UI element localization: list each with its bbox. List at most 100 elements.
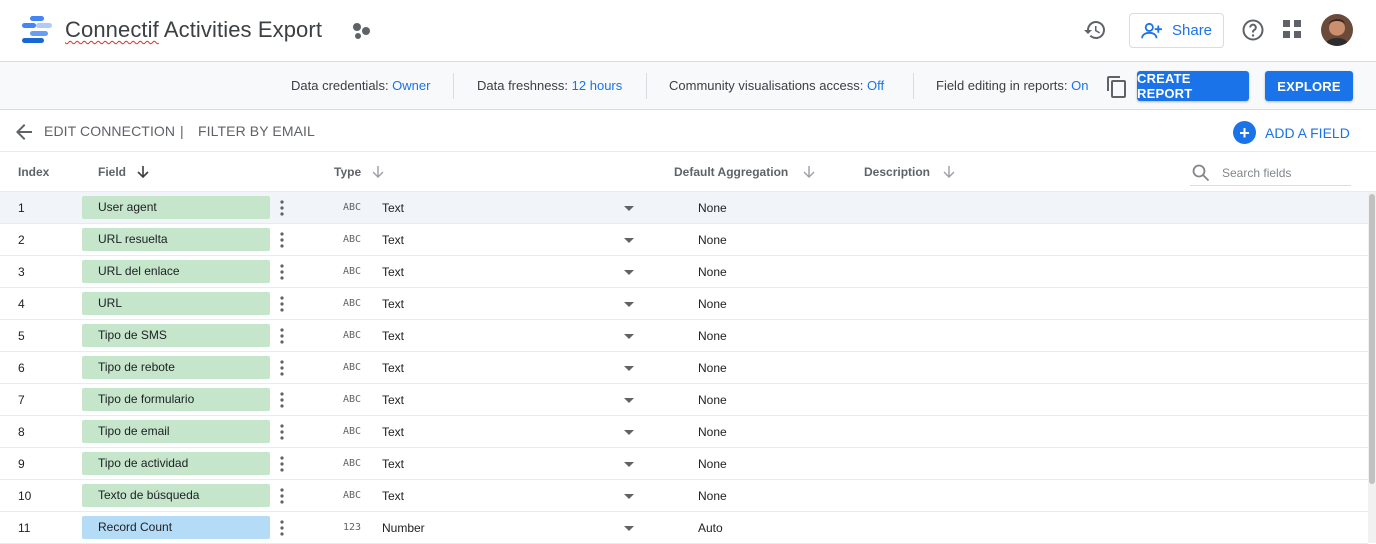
scrollbar-thumb[interactable] (1369, 194, 1375, 484)
field-name-chip[interactable]: Tipo de email (82, 420, 270, 443)
field-type-select[interactable]: Text (382, 457, 404, 471)
dropdown-caret-icon[interactable] (624, 366, 634, 371)
field-aggregation-select[interactable]: None (698, 393, 727, 407)
apps-grid-icon[interactable] (1283, 20, 1301, 38)
column-type[interactable]: Type (334, 165, 385, 179)
dropdown-caret-icon[interactable] (624, 334, 634, 339)
community-visualisations-value[interactable]: Off (867, 78, 884, 93)
share-button[interactable]: Share (1129, 13, 1224, 48)
dropdown-caret-icon[interactable] (624, 430, 634, 435)
field-name-chip[interactable]: Record Count (82, 516, 270, 539)
field-type-select[interactable]: Text (382, 233, 404, 247)
filter-by-email-button[interactable]: FILTER BY EMAIL (198, 123, 315, 139)
field-name-chip[interactable]: URL del enlace (82, 260, 270, 283)
field-aggregation-select[interactable]: None (698, 265, 727, 279)
dropdown-caret-icon[interactable] (624, 526, 634, 531)
copy-icon[interactable] (1105, 75, 1129, 99)
sort-arrow-icon (803, 166, 815, 178)
table-row[interactable]: 1 User agent ABC Text None (0, 192, 1368, 224)
dropdown-caret-icon[interactable] (624, 270, 634, 275)
dropdown-caret-icon[interactable] (624, 238, 634, 243)
column-field[interactable]: Field (98, 165, 150, 179)
more-vert-icon[interactable] (280, 456, 284, 472)
fields-table-body: 1 User agent ABC Text None 2 URL resuelta ABC Te… (0, 192, 1368, 544)
field-type-select[interactable]: Text (382, 361, 404, 375)
field-aggregation-select[interactable]: None (698, 425, 727, 439)
history-icon[interactable] (1083, 18, 1107, 42)
field-type-select[interactable]: Text (382, 393, 404, 407)
field-aggregation-select[interactable]: None (698, 201, 727, 215)
more-vert-icon[interactable] (280, 264, 284, 280)
more-vert-icon[interactable] (280, 232, 284, 248)
field-aggregation-select[interactable]: None (698, 457, 727, 471)
explore-button[interactable]: EXPLORE (1265, 71, 1353, 101)
field-name-chip[interactable]: URL (82, 292, 270, 315)
data-studio-logo-icon[interactable] (22, 16, 52, 44)
field-type-select[interactable]: Text (382, 329, 404, 343)
table-row[interactable]: 7 Tipo de formulario ABC Text None (0, 384, 1368, 416)
data-credentials-value[interactable]: Owner (392, 78, 430, 93)
column-index[interactable]: Index (18, 165, 49, 179)
more-vert-icon[interactable] (280, 328, 284, 344)
more-vert-icon[interactable] (280, 488, 284, 504)
dropdown-caret-icon[interactable] (624, 462, 634, 467)
field-aggregation-select[interactable]: None (698, 297, 727, 311)
avatar[interactable] (1321, 14, 1353, 46)
table-row[interactable]: 9 Tipo de actividad ABC Text None (0, 448, 1368, 480)
field-type-select[interactable]: Text (382, 201, 404, 215)
report-title[interactable]: Connectif Activities Export (65, 17, 322, 43)
field-type-select[interactable]: Text (382, 489, 404, 503)
field-aggregation-select[interactable]: None (698, 329, 727, 343)
field-type-select[interactable]: Text (382, 265, 404, 279)
fields-table-header: Index Field Type Default Aggregation Des… (0, 152, 1376, 192)
more-vert-icon[interactable] (280, 424, 284, 440)
arrow-back-icon[interactable] (14, 122, 34, 142)
table-row[interactable]: 10 Texto de búsqueda ABC Text None (0, 480, 1368, 512)
field-aggregation-select[interactable]: None (698, 233, 727, 247)
column-default-aggregation[interactable]: Default Aggregation (674, 165, 816, 179)
field-type-select[interactable]: Text (382, 297, 404, 311)
add-field-button[interactable]: + ADD A FIELD (1233, 121, 1350, 144)
community-visualisations: Community visualisations access: Off (669, 78, 884, 93)
field-name-chip[interactable]: URL resuelta (82, 228, 270, 251)
create-report-button[interactable]: CREATE REPORT (1137, 71, 1249, 101)
edit-connection-button[interactable]: EDIT CONNECTION (44, 123, 175, 139)
field-type-select[interactable]: Text (382, 425, 404, 439)
table-row[interactable]: 5 Tipo de SMS ABC Text None (0, 320, 1368, 352)
column-description[interactable]: Description (864, 165, 956, 179)
help-icon[interactable] (1241, 18, 1265, 42)
data-source-icon (353, 23, 370, 39)
table-row[interactable]: 11 Record Count 123 Number Auto (0, 512, 1368, 544)
field-name-chip[interactable]: Tipo de SMS (82, 324, 270, 347)
dropdown-caret-icon[interactable] (624, 206, 634, 211)
more-vert-icon[interactable] (280, 200, 284, 216)
search-fields-input[interactable] (1222, 165, 1342, 180)
table-row[interactable]: 2 URL resuelta ABC Text None (0, 224, 1368, 256)
field-name-chip[interactable]: Texto de búsqueda (82, 484, 270, 507)
table-row[interactable]: 4 URL ABC Text None (0, 288, 1368, 320)
row-index: 5 (18, 329, 25, 343)
field-aggregation-select[interactable]: None (698, 361, 727, 375)
more-vert-icon[interactable] (280, 520, 284, 536)
field-name-chip[interactable]: Tipo de actividad (82, 452, 270, 475)
more-vert-icon[interactable] (280, 360, 284, 376)
field-aggregation-select[interactable]: None (698, 489, 727, 503)
dropdown-caret-icon[interactable] (624, 398, 634, 403)
table-row[interactable]: 6 Tipo de rebote ABC Text None (0, 352, 1368, 384)
data-freshness-value[interactable]: 12 hours (572, 78, 623, 93)
field-editing-value[interactable]: On (1071, 78, 1088, 93)
field-name-chip[interactable]: Tipo de formulario (82, 388, 270, 411)
person-add-icon (1141, 22, 1162, 38)
row-index: 3 (18, 265, 25, 279)
field-aggregation-select[interactable]: Auto (698, 521, 723, 535)
more-vert-icon[interactable] (280, 392, 284, 408)
dropdown-caret-icon[interactable] (624, 494, 634, 499)
table-row[interactable]: 8 Tipo de email ABC Text None (0, 416, 1368, 448)
field-name-chip[interactable]: Tipo de rebote (82, 356, 270, 379)
table-row[interactable]: 3 URL del enlace ABC Text None (0, 256, 1368, 288)
dropdown-caret-icon[interactable] (624, 302, 634, 307)
more-vert-icon[interactable] (280, 296, 284, 312)
column-aggregation-label: Default Aggregation (674, 165, 789, 179)
field-type-select[interactable]: Number (382, 521, 425, 535)
field-name-chip[interactable]: User agent (82, 196, 270, 219)
